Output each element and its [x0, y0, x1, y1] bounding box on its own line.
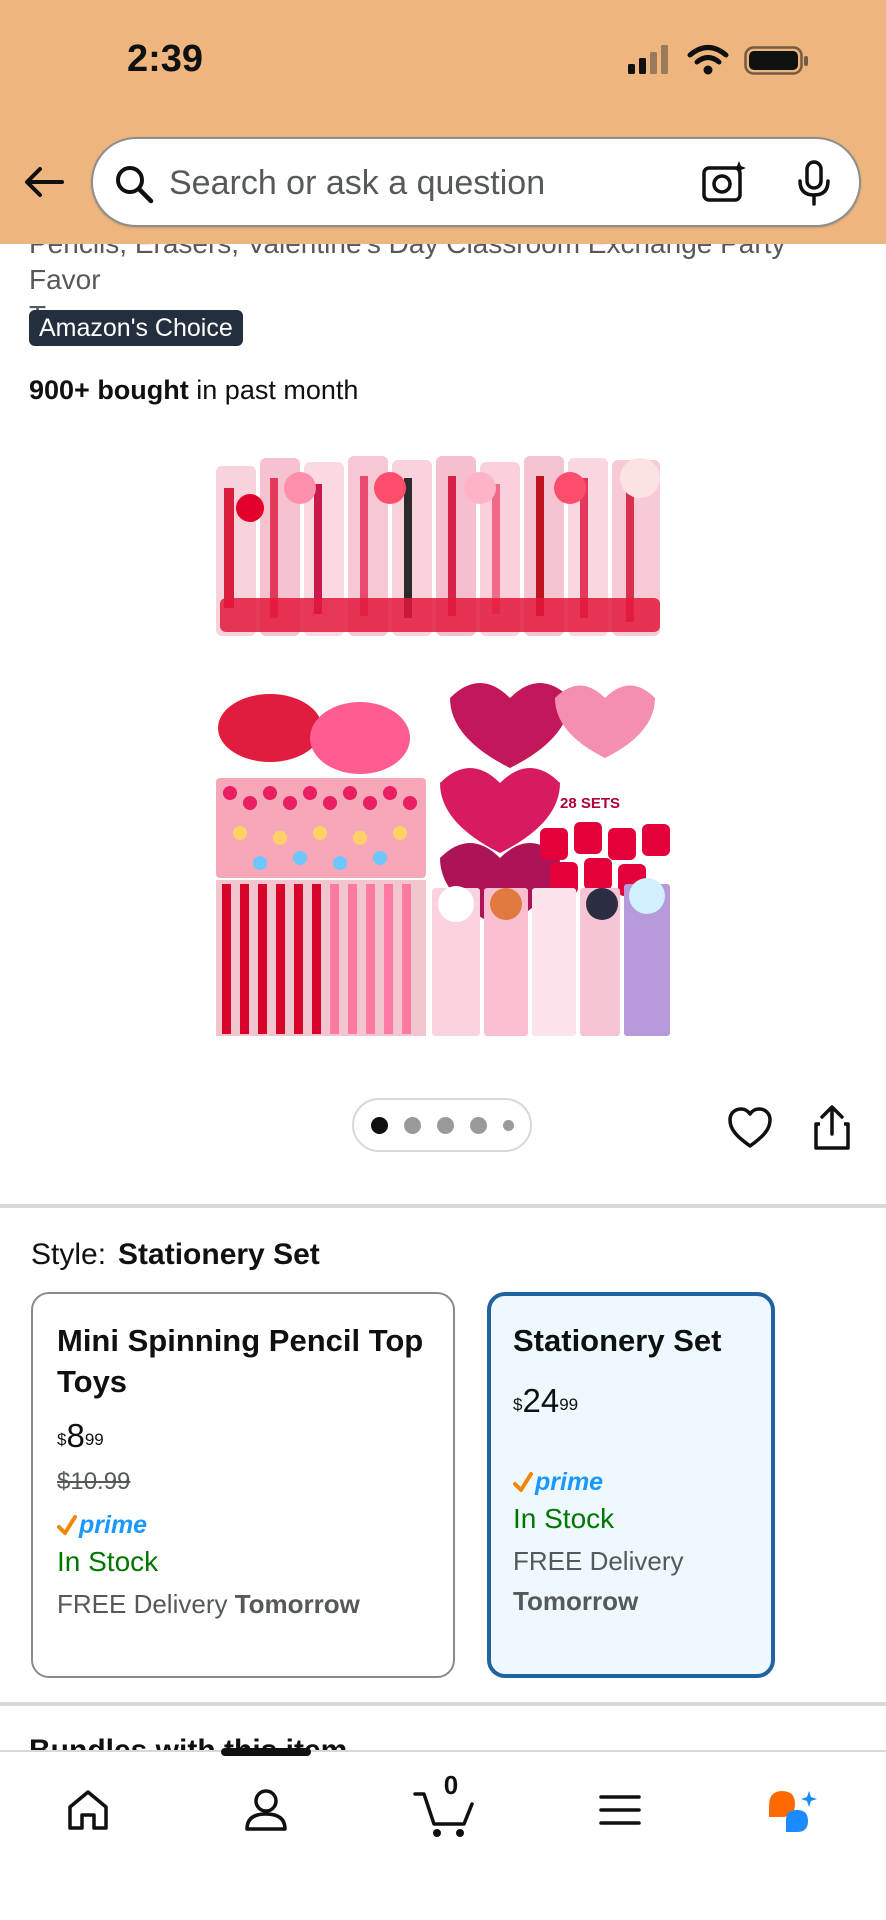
prime-check-icon — [57, 1515, 77, 1535]
product-photo: 28 SETS — [210, 448, 676, 1040]
back-arrow-icon — [25, 167, 64, 197]
stock-status: In Stock — [513, 1503, 615, 1534]
microphone-icon[interactable] — [795, 159, 833, 207]
selected-style: Stationery Set — [118, 1238, 320, 1271]
delivery-info: FREE Delivery Tomorrow — [57, 1584, 429, 1624]
carousel-dot[interactable] — [469, 1116, 487, 1134]
price-fraction: 99 — [559, 1395, 579, 1414]
prime-label: prime — [535, 1467, 604, 1496]
search-bar[interactable] — [91, 137, 861, 227]
section-divider — [0, 1204, 886, 1208]
price-whole: 24 — [522, 1382, 560, 1419]
prime-label: prime — [79, 1510, 148, 1539]
image-carousel-indicator[interactable] — [352, 1098, 532, 1152]
option-name: Stationery Set — [513, 1323, 722, 1358]
bought-count-bold: 900+ bought — [29, 375, 189, 405]
price-fraction: 99 — [84, 1430, 104, 1449]
search-icon — [116, 166, 154, 204]
account-icon — [245, 1789, 287, 1831]
bottom-navigation: 0 — [0, 1748, 886, 1920]
style-option-mini-spinning-pencil-top-toys[interactable]: Mini Spinning Pencil Top Toys $899 $10.9… — [31, 1292, 455, 1678]
status-bar-icons — [628, 45, 808, 75]
delivery-info: FREE Delivery Tomorrow — [513, 1541, 749, 1621]
image-caption: 28 SETS — [560, 795, 620, 812]
battery-icon — [744, 46, 808, 75]
option-name: Mini Spinning Pencil Top Toys — [57, 1323, 424, 1399]
nav-home[interactable] — [58, 1780, 118, 1840]
nav-rufus-assistant[interactable] — [762, 1780, 822, 1840]
home-icon — [68, 1790, 108, 1830]
price-currency: $ — [57, 1430, 67, 1449]
delivery-day: Tomorrow — [513, 1586, 639, 1616]
share-button[interactable] — [808, 1104, 856, 1152]
amazons-choice-badge[interactable]: Amazon's Choice — [29, 310, 243, 346]
menu-icon — [599, 1795, 641, 1825]
pencils-and-bookmarks — [216, 878, 670, 1036]
cellular-signal-icon — [628, 45, 668, 74]
nav-menu[interactable] — [590, 1780, 650, 1840]
pencil-bags — [216, 456, 660, 636]
carousel-dot[interactable] — [403, 1116, 421, 1134]
style-label: Style: — [31, 1238, 107, 1271]
nav-account[interactable] — [236, 1780, 296, 1840]
price-whole: 8 — [66, 1417, 85, 1454]
search-input[interactable] — [169, 159, 669, 207]
stock-status: In Stock — [57, 1546, 159, 1577]
cart-count: 0 — [443, 1770, 459, 1800]
add-to-list-button[interactable] — [726, 1104, 774, 1152]
carousel-dot[interactable] — [436, 1116, 454, 1134]
delivery-day: Tomorrow — [234, 1589, 360, 1619]
app-header: 2:39 — [0, 0, 886, 244]
share-icon — [814, 1105, 850, 1150]
option-price: $2499 — [513, 1381, 749, 1421]
option-price: $899 — [57, 1416, 429, 1456]
wifi-icon — [687, 45, 729, 75]
product-image[interactable]: 28 SETS — [210, 448, 676, 1040]
camera-search-icon[interactable] — [701, 159, 747, 205]
delivery-label: FREE Delivery — [57, 1589, 228, 1619]
carousel-dot[interactable] — [502, 1119, 514, 1131]
style-selector-label: Style: Stationery Set — [31, 1236, 320, 1274]
carousel-dot-active[interactable] — [370, 1116, 388, 1134]
section-divider — [0, 1702, 886, 1706]
price-currency: $ — [513, 1395, 523, 1414]
status-time: 2:39 — [127, 38, 204, 80]
product-detail-content: Pencils, Erasers, Valentine's Day Classr… — [0, 0, 886, 1750]
active-tab-indicator — [221, 1748, 311, 1756]
back-button[interactable] — [22, 160, 66, 204]
delivery-label: FREE Delivery — [513, 1546, 684, 1576]
style-option-stationery-set[interactable]: Stationery Set $2499 prime In Stock FREE… — [487, 1292, 775, 1678]
bought-count-rest: in past month — [188, 375, 359, 405]
assistant-icon — [769, 1791, 817, 1832]
heart-icon — [728, 1107, 772, 1148]
prime-badge: prime — [513, 1467, 749, 1497]
prime-check-icon — [513, 1472, 533, 1492]
bought-count: 900+ bought in past month — [29, 372, 358, 408]
list-price: $10.99 — [57, 1468, 131, 1495]
prime-badge: prime — [57, 1510, 429, 1540]
